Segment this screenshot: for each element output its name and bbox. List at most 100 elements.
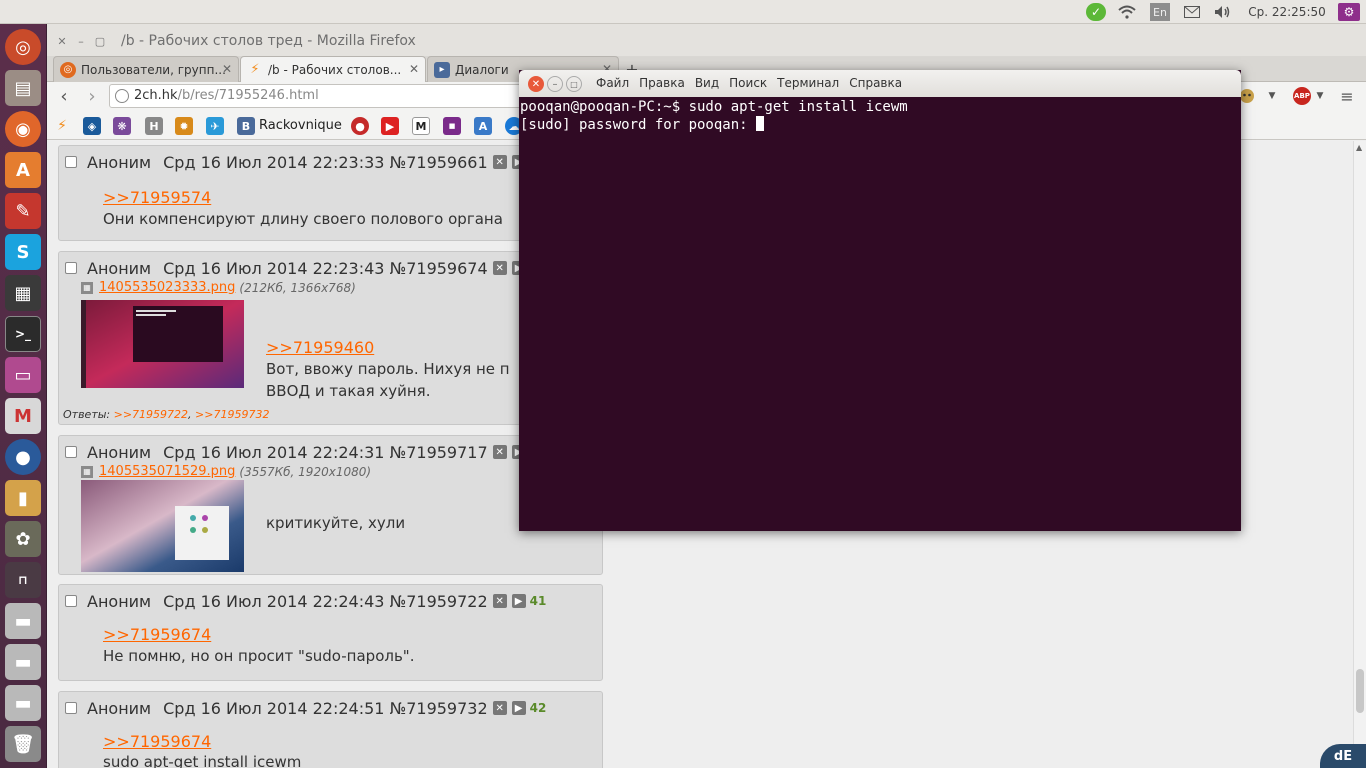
- software-center-icon[interactable]: A: [5, 152, 41, 188]
- hide-post-icon[interactable]: ✕: [492, 445, 507, 459]
- ubuntu-home-icon[interactable]: ◎: [5, 29, 41, 65]
- workspaces-icon[interactable]: ▭: [5, 357, 41, 393]
- close-window-icon[interactable]: ✕: [528, 76, 544, 92]
- session-menu-icon[interactable]: ⚙: [1338, 3, 1360, 21]
- post-checkbox[interactable]: [65, 595, 77, 607]
- terminal-icon[interactable]: >_: [5, 316, 41, 352]
- keyboard-layout-indicator[interactable]: En: [1150, 3, 1170, 21]
- skype-icon[interactable]: S: [5, 234, 41, 270]
- scroll-up-icon[interactable]: ▲: [1356, 143, 1362, 152]
- expand-post-icon[interactable]: ▶: [511, 594, 526, 608]
- maximize-window-icon[interactable]: ▢: [93, 34, 107, 48]
- hide-post-icon[interactable]: ✕: [492, 701, 507, 715]
- post-thumbnail[interactable]: [81, 480, 244, 572]
- hide-post-icon[interactable]: ✕: [492, 155, 507, 169]
- bookmark-icon[interactable]: ■: [443, 117, 461, 135]
- firefox-icon[interactable]: ◉: [5, 111, 41, 147]
- post-number[interactable]: №71959732: [390, 699, 488, 718]
- close-tab-icon[interactable]: ✕: [409, 62, 419, 76]
- page-scrollbar[interactable]: ▲: [1353, 141, 1366, 768]
- bookmark-icon[interactable]: ●: [351, 117, 369, 135]
- file-link[interactable]: 1405535023333.png: [99, 280, 235, 295]
- terminal-output[interactable]: pooqan@pooqan-PC:~$ sudo apt-get install…: [519, 98, 1241, 531]
- desktop-corner-icon[interactable]: dE: [1320, 744, 1366, 768]
- scroll-thumb[interactable]: [1356, 669, 1364, 713]
- terminal-titlebar[interactable]: ✕ – □ Файл Правка Вид Поиск Терминал Спр…: [519, 70, 1241, 97]
- bookmark-icon[interactable]: H: [145, 117, 163, 135]
- tab-users[interactable]: ◎ Пользователи, групп... ✕: [53, 56, 239, 82]
- menu-view[interactable]: Вид: [695, 76, 719, 90]
- post-number[interactable]: №71959717: [390, 443, 488, 462]
- twitter-bookmark-icon[interactable]: ✈: [206, 117, 224, 135]
- wifi-icon[interactable]: [1116, 3, 1138, 21]
- files-icon[interactable]: ▤: [5, 70, 41, 106]
- update-ok-icon[interactable]: ✓: [1086, 3, 1106, 21]
- youtube-bookmark-icon[interactable]: ▶: [381, 117, 399, 135]
- minimize-window-icon[interactable]: –: [74, 34, 88, 48]
- file-info: ▦ 1405535023333.png (212Кб, 1366x768): [81, 280, 356, 295]
- hide-post-icon[interactable]: ✕: [492, 261, 507, 275]
- reply-link[interactable]: >>71959674: [103, 625, 211, 644]
- system-monitor-icon[interactable]: ▮: [5, 480, 41, 516]
- url-bar[interactable]: 2ch.hk/b/res/71955246.html: [109, 84, 529, 108]
- addon-dropdown-icon[interactable]: ▼: [1265, 86, 1279, 106]
- gmail-icon[interactable]: M: [5, 398, 41, 434]
- bookmark-icon[interactable]: M: [412, 117, 430, 135]
- trash-icon[interactable]: 🗑: [5, 726, 41, 762]
- bookmark-label[interactable]: Rackovnique: [259, 118, 342, 133]
- vk-bookmark-icon[interactable]: В: [237, 117, 255, 135]
- mail-icon[interactable]: [1181, 3, 1203, 21]
- file-meta: (3557Кб, 1920x1080): [239, 464, 372, 479]
- bookmark-icon[interactable]: ❋: [113, 117, 131, 135]
- drive-icon[interactable]: ▬: [5, 644, 41, 680]
- terminal-window[interactable]: ✕ – □ Файл Правка Вид Поиск Терминал Спр…: [519, 70, 1241, 531]
- post-number[interactable]: №71959674: [390, 259, 488, 278]
- menu-terminal[interactable]: Терминал: [777, 76, 839, 90]
- menu-icon[interactable]: ≡: [1337, 86, 1357, 106]
- drive-icon[interactable]: ▬: [5, 685, 41, 721]
- drive-icon[interactable]: ▬: [5, 603, 41, 639]
- post-thumbnail[interactable]: [81, 300, 244, 388]
- drop-icon[interactable]: ●: [5, 439, 41, 475]
- back-icon[interactable]: ‹: [53, 85, 75, 107]
- post-checkbox[interactable]: [65, 156, 77, 168]
- reply-link[interactable]: >>71959674: [103, 732, 211, 751]
- video-editor-icon[interactable]: ▦: [5, 275, 41, 311]
- hide-post-icon[interactable]: ✕: [492, 594, 507, 608]
- menu-file[interactable]: Файл: [596, 76, 629, 90]
- reply-link[interactable]: >>71959460: [266, 338, 374, 357]
- post-checkbox[interactable]: [65, 446, 77, 458]
- volume-icon[interactable]: [1212, 3, 1234, 21]
- tab-b-desktops[interactable]: ⚡ /b - Рабочих столов... ✕: [240, 56, 426, 82]
- bookmark-icon[interactable]: A: [474, 117, 492, 135]
- 2ch-bookmark-icon[interactable]: ⚡: [53, 117, 71, 135]
- gimp-icon[interactable]: ✿: [5, 521, 41, 557]
- bookmark-icon[interactable]: ✹: [175, 117, 193, 135]
- menu-search[interactable]: Поиск: [729, 76, 767, 90]
- answer-link[interactable]: >>71959732: [195, 408, 269, 421]
- post-checkbox[interactable]: [65, 262, 77, 274]
- file-link[interactable]: 1405535071529.png: [99, 464, 235, 479]
- adblock-icon[interactable]: ABP: [1293, 87, 1311, 105]
- reply-link[interactable]: >>71959574: [103, 188, 211, 207]
- close-window-icon[interactable]: ✕: [55, 34, 69, 48]
- firefox-titlebar[interactable]: ✕ – ▢ /b - Рабочих столов тред - Mozilla…: [47, 24, 1366, 56]
- post-date: Срд 16 Июл 2014 22:24:31: [163, 442, 385, 462]
- expand-post-icon[interactable]: ▶: [511, 701, 526, 715]
- usb-drive-icon[interactable]: ⊓: [5, 562, 41, 598]
- system-settings-icon[interactable]: ✎: [5, 193, 41, 229]
- post-header: Аноним Срд 16 Июл 2014 22:24:31 №7195971…: [65, 442, 526, 462]
- post-number[interactable]: №71959722: [390, 592, 488, 611]
- forward-icon[interactable]: ›: [81, 85, 103, 107]
- minimize-window-icon[interactable]: –: [547, 76, 563, 92]
- post-checkbox[interactable]: [65, 702, 77, 714]
- clock[interactable]: Ср. 22:25:50: [1242, 3, 1332, 21]
- menu-help[interactable]: Справка: [849, 76, 902, 90]
- bookmark-icon[interactable]: ◈: [83, 117, 101, 135]
- close-tab-icon[interactable]: ✕: [222, 62, 232, 76]
- menu-edit[interactable]: Правка: [639, 76, 685, 90]
- adblock-dropdown-icon[interactable]: ▼: [1313, 86, 1327, 106]
- post-number[interactable]: №71959661: [390, 153, 488, 172]
- answer-link[interactable]: >>71959722: [114, 408, 188, 421]
- maximize-window-icon[interactable]: □: [566, 76, 582, 92]
